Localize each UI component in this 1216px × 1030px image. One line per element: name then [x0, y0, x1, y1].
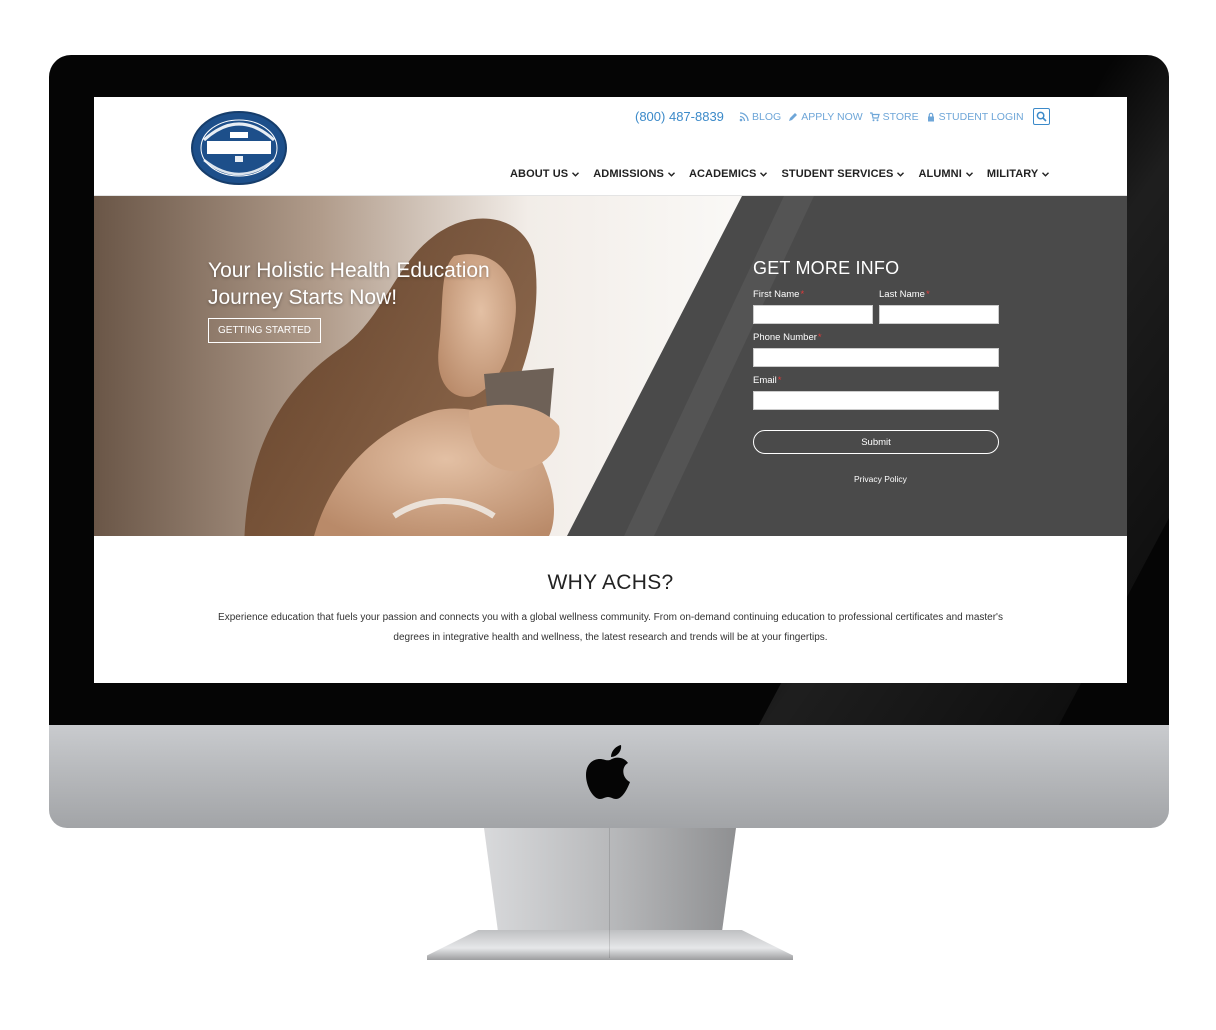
- phone-number-label-text: Phone Number: [753, 332, 817, 343]
- cart-icon: [869, 111, 880, 121]
- chevron-down-icon: [760, 171, 768, 177]
- main-nav: ABOUT US ADMISSIONS ACADEMICS STUDENT SE…: [510, 168, 1050, 180]
- nav-academics-label: ACADEMICS: [688, 168, 757, 180]
- apply-now-label: APPLY NOW: [801, 110, 863, 123]
- form-title: GET MORE INFO: [753, 258, 900, 278]
- store-label: STORE: [882, 110, 919, 123]
- getting-started-button[interactable]: GETTING STARTED: [208, 318, 321, 343]
- nav-about-us-label: ABOUT US: [510, 168, 569, 180]
- required-marker: *: [777, 375, 782, 386]
- imac-stand-neck: [484, 828, 736, 940]
- utility-nav: BLOG APPLY NOW STORE STUDENT LOGIN: [739, 108, 1050, 125]
- browser-screen: (800) 487-8839 BLOG APPLY NOW STORE STUD…: [94, 97, 1127, 683]
- search-icon: [1036, 111, 1047, 122]
- first-name-label: First Name*: [753, 289, 804, 300]
- pencil-icon: [789, 112, 798, 121]
- imac-stand-foot: [427, 930, 793, 960]
- apply-now-link[interactable]: APPLY NOW: [788, 110, 863, 123]
- hero-title: Your Holistic Health Education Journey S…: [208, 259, 490, 309]
- first-name-label-text: First Name: [753, 289, 800, 300]
- site-header: (800) 487-8839 BLOG APPLY NOW STORE STUD…: [94, 97, 1127, 196]
- chevron-down-icon: [572, 171, 580, 177]
- nav-academics[interactable]: ACADEMICS: [689, 168, 768, 180]
- blog-link[interactable]: BLOG: [739, 111, 781, 123]
- nav-military[interactable]: MILITARY: [987, 168, 1050, 180]
- phone-number-label: Phone Number*: [753, 332, 822, 343]
- submit-button[interactable]: Submit: [753, 430, 999, 454]
- required-marker: *: [817, 332, 822, 343]
- last-name-label: Last Name*: [879, 289, 930, 300]
- nav-alumni-label: ALUMNI: [918, 168, 962, 180]
- privacy-policy-link[interactable]: Privacy Policy: [854, 474, 907, 484]
- nav-alumni[interactable]: ALUMNI: [918, 168, 973, 180]
- chevron-down-icon: [1042, 171, 1050, 177]
- nav-admissions[interactable]: ADMISSIONS: [593, 168, 675, 180]
- phone-number-field[interactable]: [753, 348, 999, 367]
- store-link[interactable]: STORE: [869, 110, 919, 123]
- email-label: Email*: [753, 375, 781, 386]
- chevron-down-icon: [897, 171, 905, 177]
- student-login-link[interactable]: STUDENT LOGIN: [926, 111, 1024, 123]
- search-button[interactable]: [1032, 108, 1050, 125]
- why-achs-heading: WHY ACHS?: [547, 571, 674, 594]
- chevron-down-icon: [965, 171, 973, 177]
- hero-banner: Your Holistic Health Education Journey S…: [94, 196, 1127, 536]
- lock-icon: [927, 112, 934, 121]
- chevron-down-icon: [667, 171, 675, 177]
- nav-military-label: MILITARY: [986, 168, 1039, 180]
- apple-logo-icon: [586, 745, 630, 799]
- student-login-label: STUDENT LOGIN: [938, 110, 1024, 123]
- required-marker: *: [925, 289, 930, 300]
- imac-stand-seam: [609, 828, 610, 958]
- nav-about-us[interactable]: ABOUT US: [510, 168, 580, 180]
- nav-admissions-label: ADMISSIONS: [593, 168, 664, 180]
- required-marker: *: [800, 289, 805, 300]
- last-name-label-text: Last Name: [879, 289, 925, 300]
- first-name-field[interactable]: [753, 305, 873, 324]
- email-field[interactable]: [753, 391, 999, 410]
- achs-logo[interactable]: [190, 110, 288, 186]
- last-name-field[interactable]: [879, 305, 999, 324]
- nav-student-services-label: STUDENT SERVICES: [781, 168, 894, 180]
- nav-student-services[interactable]: STUDENT SERVICES: [781, 168, 905, 180]
- blog-label: BLOG: [752, 110, 782, 123]
- rss-icon: [739, 111, 749, 121]
- phone-number[interactable]: (800) 487-8839: [635, 109, 724, 124]
- why-achs-text: Experience education that fuels your pas…: [218, 612, 1003, 643]
- email-label-text: Email: [753, 375, 777, 386]
